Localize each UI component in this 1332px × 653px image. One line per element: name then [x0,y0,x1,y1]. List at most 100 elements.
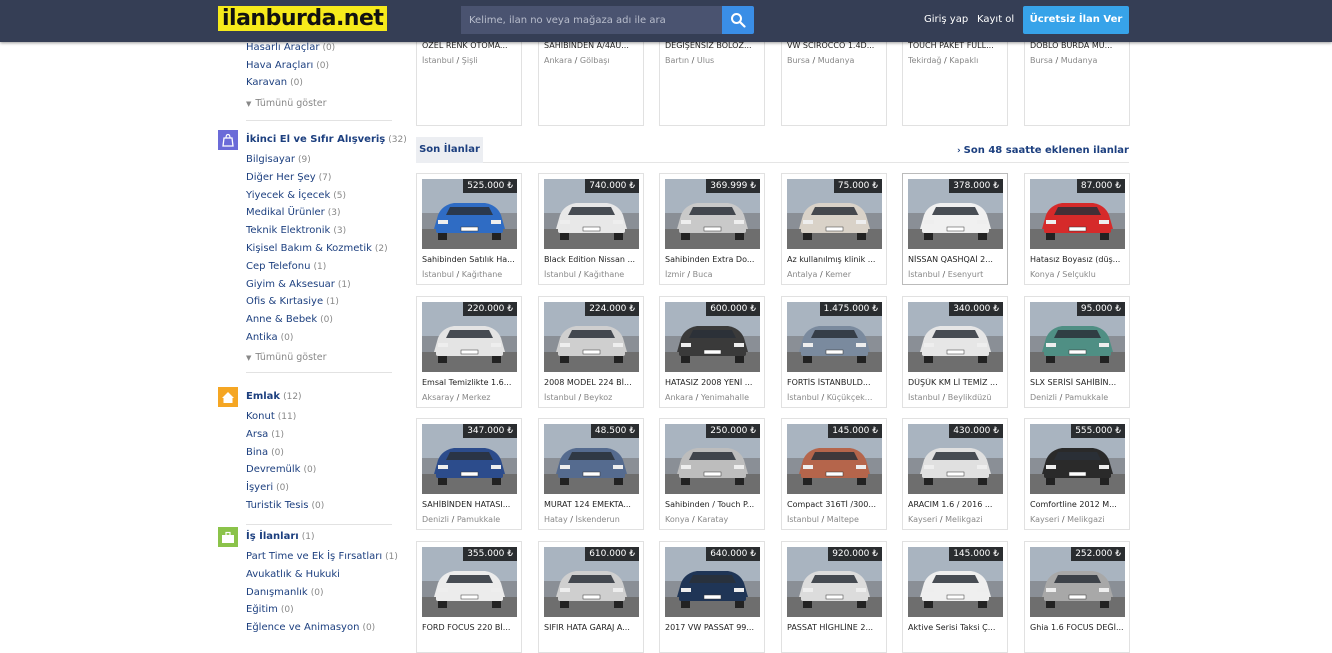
listing-card[interactable]: 48.500 ₺ MURAT 124 EMEKTA... Hatay / İsken… [538,418,644,530]
listing-card[interactable]: 610.000 ₺ SIFIR HATA GARAJ A... [538,540,644,653]
subcategory-item[interactable]: Eğlence ve Animasyon (0) [246,622,375,633]
site-logo[interactable]: ilanburda.net [218,6,388,31]
listing-photo[interactable]: 610.000 ₺ [544,546,639,617]
listing-title[interactable]: DOBLO BURDA MU... [1030,41,1125,50]
listing-card[interactable]: 250.000 ₺ Sahibinden / Touch P... Konya / … [659,418,765,530]
listing-photo[interactable]: 430.000 ₺ [908,424,1003,494]
subcategory-item[interactable]: Eğitim (0) [246,604,294,615]
listing-title[interactable]: Az kullanılmış klinik ... [787,255,882,264]
listing-photo[interactable]: 48.500 ₺ [544,424,639,494]
search-button[interactable] [722,6,754,34]
listing-card[interactable]: 369.999 ₺ Sahibinden Extra Do... İzmir / B… [659,173,765,285]
listing-title[interactable]: Black Edition Nissan ... [544,255,639,264]
listing-title[interactable]: SAHİBİNDEN A/4AU... [544,41,639,50]
listing-title[interactable]: Compact 316Tİ /300... [787,500,882,509]
listing-card[interactable]: 95.000 ₺ SLX SERİSİ SAHİBİN... Denizli / P… [1024,295,1130,408]
listing-title[interactable]: DÜŞÜK KM Lİ TEMİZ ... [908,378,1003,387]
listing-photo[interactable]: 95.000 ₺ [1030,301,1125,372]
search-input[interactable] [461,6,722,34]
listing-photo[interactable]: 224.000 ₺ [544,301,639,372]
listing-title[interactable]: ARACIM 1.6 / 2016 ... [908,500,1003,509]
category-header[interactable]: İş İlanları (1) [218,527,392,547]
listing-card[interactable]: 555.000 ₺ Comfortline 2012 M... Kayseri / … [1024,418,1130,530]
listing-card[interactable]: 355.000 ₺ FORD FOCUS 220 Bİ... [416,540,522,653]
last-48h-link[interactable]: › Son 48 saatte eklenen ilanlar [957,145,1129,156]
category-item[interactable]: Hava Araçları (0) [246,60,329,71]
listing-title[interactable]: TOUCH PAKET FULL... [908,41,1003,50]
listing-title[interactable]: NİSSAN QASHQAİ 2... [908,255,1003,264]
listing-photo[interactable]: 1.475.000 ₺ [787,301,882,372]
listing-title[interactable]: 2017 VW PASSAT 99... [665,623,760,632]
listing-card[interactable]: 920.000 ₺ PASSAT HİGHLİNE 2... [781,540,887,653]
show-all-link[interactable]: ▼ Tümünü göster [246,352,327,363]
listing-title[interactable]: Hatasız Boyasız (düş... [1030,255,1125,264]
subcategory-item[interactable]: Teknik Elektronik (3) [246,225,346,236]
listing-photo[interactable]: 87.000 ₺ [1030,179,1125,249]
listing-card[interactable]: 145.000 ₺ Aktive Serisi Taksi Ç... [902,540,1008,653]
listing-card[interactable]: 740.000 ₺ Black Edition Nissan ... İstanbu… [538,173,644,285]
listing-title[interactable]: HATASIZ 2008 YENİ ... [665,378,760,387]
listing-title[interactable]: DEĞİŞENSİZ BOLÖZ... [665,41,760,50]
listing-card[interactable]: 220.000 ₺ Emsal Temizlikte 1.6... Aksaray … [416,295,522,408]
listing-photo[interactable]: 369.999 ₺ [665,179,760,249]
listing-photo[interactable]: 355.000 ₺ [422,546,517,617]
listing-title[interactable]: SLX SERİSİ SAHİBİN... [1030,378,1125,387]
subcategory-item[interactable]: Kişisel Bakım & Kozmetik (2) [246,243,388,254]
listing-title[interactable]: ÖZEL RENK OTOMA... [422,41,517,50]
subcategory-item[interactable]: Konut (11) [246,411,296,422]
subcategory-item[interactable]: Devremülk (0) [246,464,316,475]
free-ad-button[interactable]: Ücretsiz İlan Ver [1023,6,1129,34]
category-item[interactable]: Karavan (0) [246,77,303,88]
listing-title[interactable]: Comfortline 2012 M... [1030,500,1125,509]
listing-photo[interactable]: 340.000 ₺ [908,301,1003,372]
subcategory-item[interactable]: Ofis & Kırtasiye (1) [246,296,339,307]
listing-card[interactable]: 145.000 ₺ Compact 316Tİ /300... İstanbul /… [781,418,887,530]
listing-photo[interactable]: 347.000 ₺ [422,424,517,494]
listing-card[interactable]: 1.475.000 ₺ FORTİS İSTANBULD... İstanbul /… [781,295,887,408]
subcategory-item[interactable]: Yiyecek & İçecek (5) [246,190,346,201]
listing-photo[interactable]: 220.000 ₺ [422,301,517,372]
subcategory-item[interactable]: Avukatlık & Hukuki [246,569,343,580]
listing-card[interactable]: 640.000 ₺ 2017 VW PASSAT 99... [659,540,765,653]
listing-card[interactable]: 430.000 ₺ ARACIM 1.6 / 2016 ... Kayseri / … [902,418,1008,530]
listing-card[interactable]: 340.000 ₺ DÜŞÜK KM Lİ TEMİZ ... İstanbul /… [902,295,1008,408]
category-header[interactable]: Emlak (12) [218,387,392,407]
listing-card[interactable]: 252.000 ₺ Ghia 1.6 FOCUS DEĞİ... [1024,540,1130,653]
listing-title[interactable]: Sahibinden Satılık Ha... [422,255,517,264]
listing-title[interactable]: Emsal Temizlikte 1.6... [422,378,517,387]
listing-card[interactable]: 600.000 ₺ HATASIZ 2008 YENİ ... Ankara / Y… [659,295,765,408]
listing-title[interactable]: Aktive Serisi Taksi Ç... [908,623,1003,632]
subcategory-item[interactable]: Turistik Tesis (0) [246,500,324,511]
subcategory-item[interactable]: Cep Telefonu (1) [246,261,326,272]
tab-latest-listings[interactable]: Son İlanlar [416,137,483,163]
listing-card[interactable]: 87.000 ₺ Hatasız Boyasız (düş... Konya / S… [1024,173,1130,285]
listing-photo[interactable]: 640.000 ₺ [665,546,760,617]
listing-title[interactable]: Sahibinden / Touch P... [665,500,760,509]
listing-photo[interactable]: 145.000 ₺ [787,424,882,494]
listing-title[interactable]: MURAT 124 EMEKTA... [544,500,639,509]
listing-photo[interactable]: 378.000 ₺ [908,179,1003,249]
subcategory-item[interactable]: Arsa (1) [246,429,284,440]
subcategory-item[interactable]: Anne & Bebek (0) [246,314,333,325]
listing-photo[interactable]: 555.000 ₺ [1030,424,1125,494]
subcategory-item[interactable]: Danışmanlık (0) [246,587,323,598]
listing-card[interactable]: 525.000 ₺ Sahibinden Satılık Ha... İstanbu… [416,173,522,285]
listing-photo[interactable]: 250.000 ₺ [665,424,760,494]
listing-photo[interactable]: 525.000 ₺ [422,179,517,249]
listing-title[interactable]: Ghia 1.6 FOCUS DEĞİ... [1030,623,1125,632]
subcategory-item[interactable]: Bilgisayar (9) [246,154,311,165]
listing-title[interactable]: SAHİBİNDEN HATASI... [422,500,517,509]
listing-photo[interactable]: 75.000 ₺ [787,179,882,249]
show-all-link[interactable]: ▼ Tümünü göster [246,98,327,109]
listing-title[interactable]: Sahibinden Extra Do... [665,255,760,264]
listing-card[interactable]: 378.000 ₺ NİSSAN QASHQAİ 2... İstanbul / E… [902,173,1008,285]
subcategory-item[interactable]: Antika (0) [246,332,293,343]
subcategory-item[interactable]: Medikal Ürünler (3) [246,207,341,218]
listing-photo[interactable]: 145.000 ₺ [908,546,1003,617]
register-link[interactable]: Kayıt ol [977,14,1014,25]
listing-title[interactable]: PASSAT HİGHLİNE 2... [787,623,882,632]
listing-title[interactable]: 2008 MODEL 224 Bİ... [544,378,639,387]
category-item[interactable]: Hasarlı Araçlar (0) [246,42,335,53]
category-header[interactable]: İkinci El ve Sıfır Alışveriş (32) [218,130,407,150]
listing-card[interactable]: 224.000 ₺ 2008 MODEL 224 Bİ... İstanbul / … [538,295,644,408]
